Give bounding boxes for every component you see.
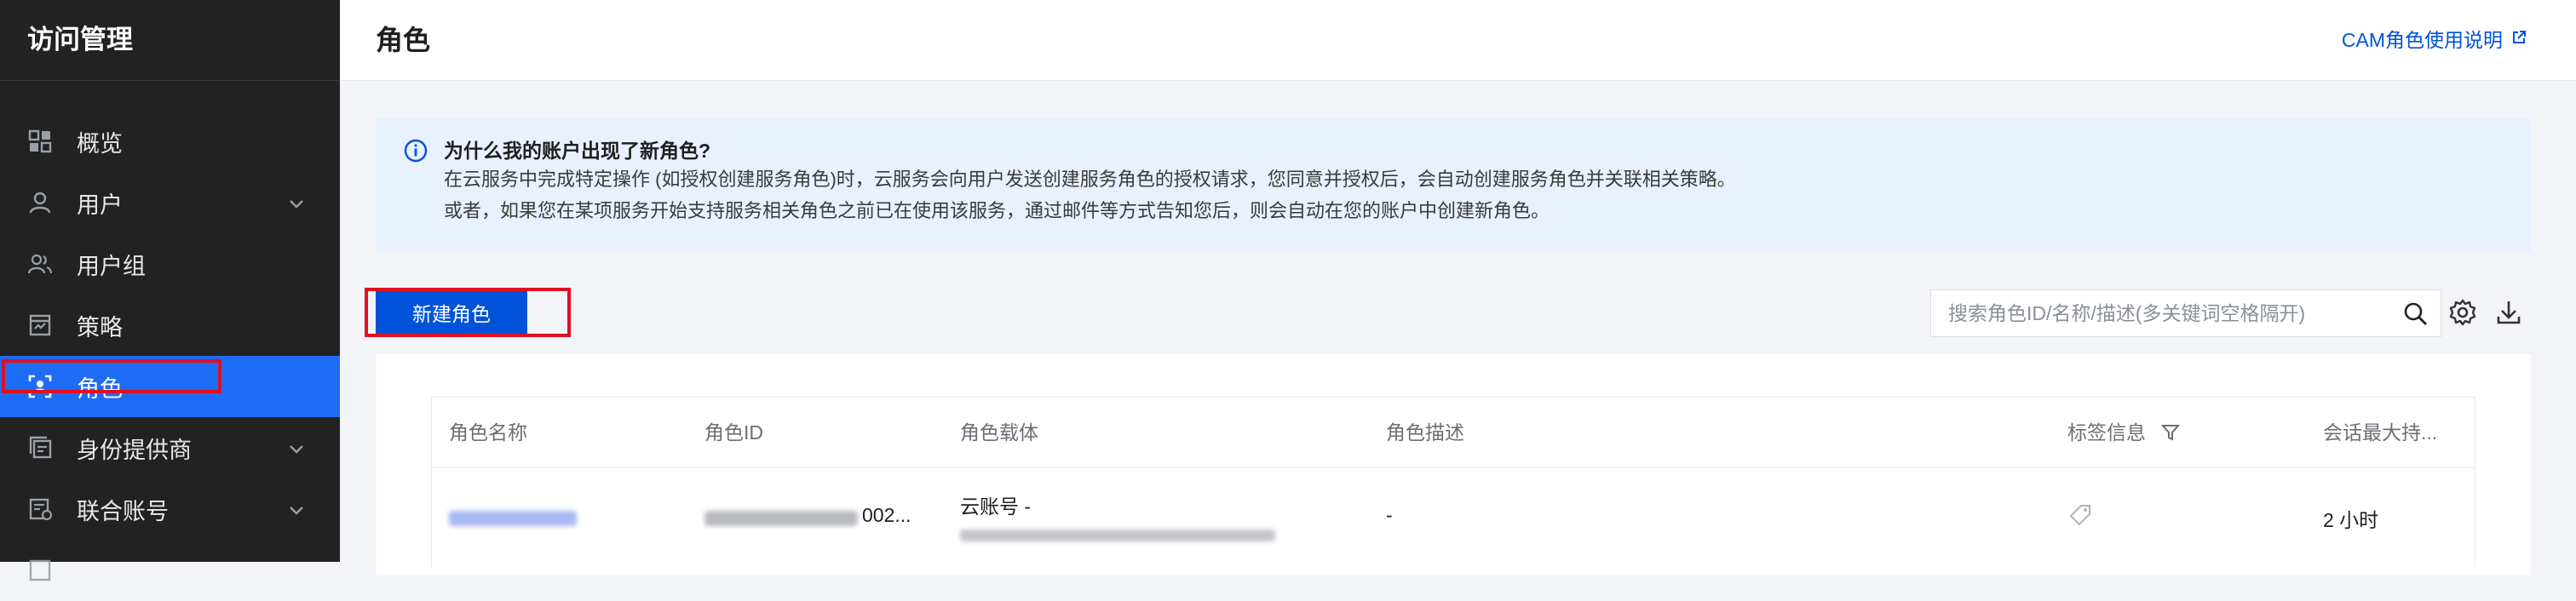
notice-line-2: 或者，如果您在某项服务开始支持服务相关角色之前已在使用该服务，通过邮件等方式告知… [444, 200, 1550, 221]
page-header: 角色 CAM角色使用说明 [340, 0, 2576, 81]
user-icon [27, 190, 53, 215]
doc-link-label: CAM角色使用说明 [2341, 29, 2503, 51]
app-title: 访问管理 [0, 0, 340, 81]
filter-icon[interactable] [2160, 423, 2182, 444]
sidebar-item-label: 用户组 [77, 253, 146, 279]
user-group-icon [27, 251, 53, 277]
chevron-down-icon [287, 499, 306, 518]
sidebar-item-partial[interactable] [0, 540, 340, 601]
tag-icon[interactable] [2067, 502, 2093, 528]
max-session-value: 2 小时 [2323, 509, 2379, 531]
search-placeholder: 搜索角色ID/名称/描述(多关键词空格隔开) [1948, 302, 2306, 324]
role-id-suffix: 002... [862, 504, 911, 526]
sidebar-item-users[interactable]: 用户 [0, 172, 340, 233]
external-link-icon [2511, 27, 2527, 50]
column-role-carrier: 角色载体 [960, 421, 1038, 444]
sidebar-item-roles[interactable]: 角色 [0, 356, 340, 417]
download-icon[interactable] [2494, 298, 2523, 327]
policy-icon [27, 312, 53, 338]
sidebar: 访问管理 概览 用户 用户组 策略 角色 身份提供商 联合账号 [0, 0, 340, 581]
chevron-down-icon [287, 192, 306, 211]
column-role-name: 角色名称 [449, 421, 527, 444]
column-role-description: 角色描述 [1386, 421, 1464, 444]
chevron-down-icon [287, 438, 306, 456]
table-row: 002... 云账号 - - 2 小时 [432, 468, 2475, 568]
notice-line-1: 在云服务中完成特定操作 (如授权创建服务角色)时，云服务会向用户发送创建服务角色… [444, 169, 1736, 190]
sidebar-item-user-groups[interactable]: 用户组 [0, 233, 340, 295]
column-max-session: 会话最大持... [2323, 421, 2438, 444]
info-notice: 为什么我的账户出现了新角色? 在云服务中完成特定操作 (如授权创建服务角色)时，… [376, 117, 2531, 252]
sidebar-item-federated-accounts[interactable]: 联合账号 [0, 478, 340, 540]
federated-account-icon [27, 496, 53, 522]
cam-role-doc-link[interactable]: CAM角色使用说明 [2342, 24, 2527, 53]
identity-provider-icon [27, 435, 53, 461]
info-icon [403, 138, 428, 163]
search-icon[interactable] [2403, 301, 2429, 327]
search-input[interactable]: 搜索角色ID/名称/描述(多关键词空格隔开) [1930, 289, 2441, 337]
column-role-id: 角色ID [704, 421, 763, 444]
sidebar-item-label: 概览 [77, 130, 123, 157]
sidebar-item-label: 联合账号 [77, 498, 169, 524]
role-id-redacted [704, 511, 858, 526]
dashboard-grid-icon [27, 129, 53, 154]
sidebar-item-label: 身份提供商 [77, 437, 192, 463]
gear-icon[interactable] [2448, 298, 2477, 327]
role-name-link-redacted[interactable] [449, 511, 577, 526]
sidebar-item-policies[interactable]: 策略 [0, 295, 340, 356]
sidebar-item-overview[interactable]: 概览 [0, 111, 340, 172]
sidebar-nav: 概览 用户 用户组 策略 角色 身份提供商 联合账号 [0, 111, 340, 601]
roles-highlight-box [2, 359, 221, 393]
page-title: 角色 [376, 25, 431, 55]
sidebar-item-label: 用户 [77, 192, 123, 218]
create-role-highlight-box [365, 288, 571, 337]
role-carrier-redacted [960, 529, 1275, 541]
column-tags: 标签信息 [2067, 421, 2146, 444]
table-header: 角色名称 角色ID 角色载体 角色描述 标签信息 会话最大持... [432, 398, 2475, 468]
sidebar-item-label: 策略 [77, 314, 123, 341]
sidebar-item-identity-providers[interactable]: 身份提供商 [0, 417, 340, 478]
role-description: - [1386, 504, 1393, 526]
notice-title: 为什么我的账户出现了新角色? [444, 140, 711, 162]
roles-table: 角色名称 角色ID 角色载体 角色描述 标签信息 会话最大持... 002...… [431, 397, 2475, 567]
role-carrier-line1: 云账号 - [960, 495, 1032, 518]
